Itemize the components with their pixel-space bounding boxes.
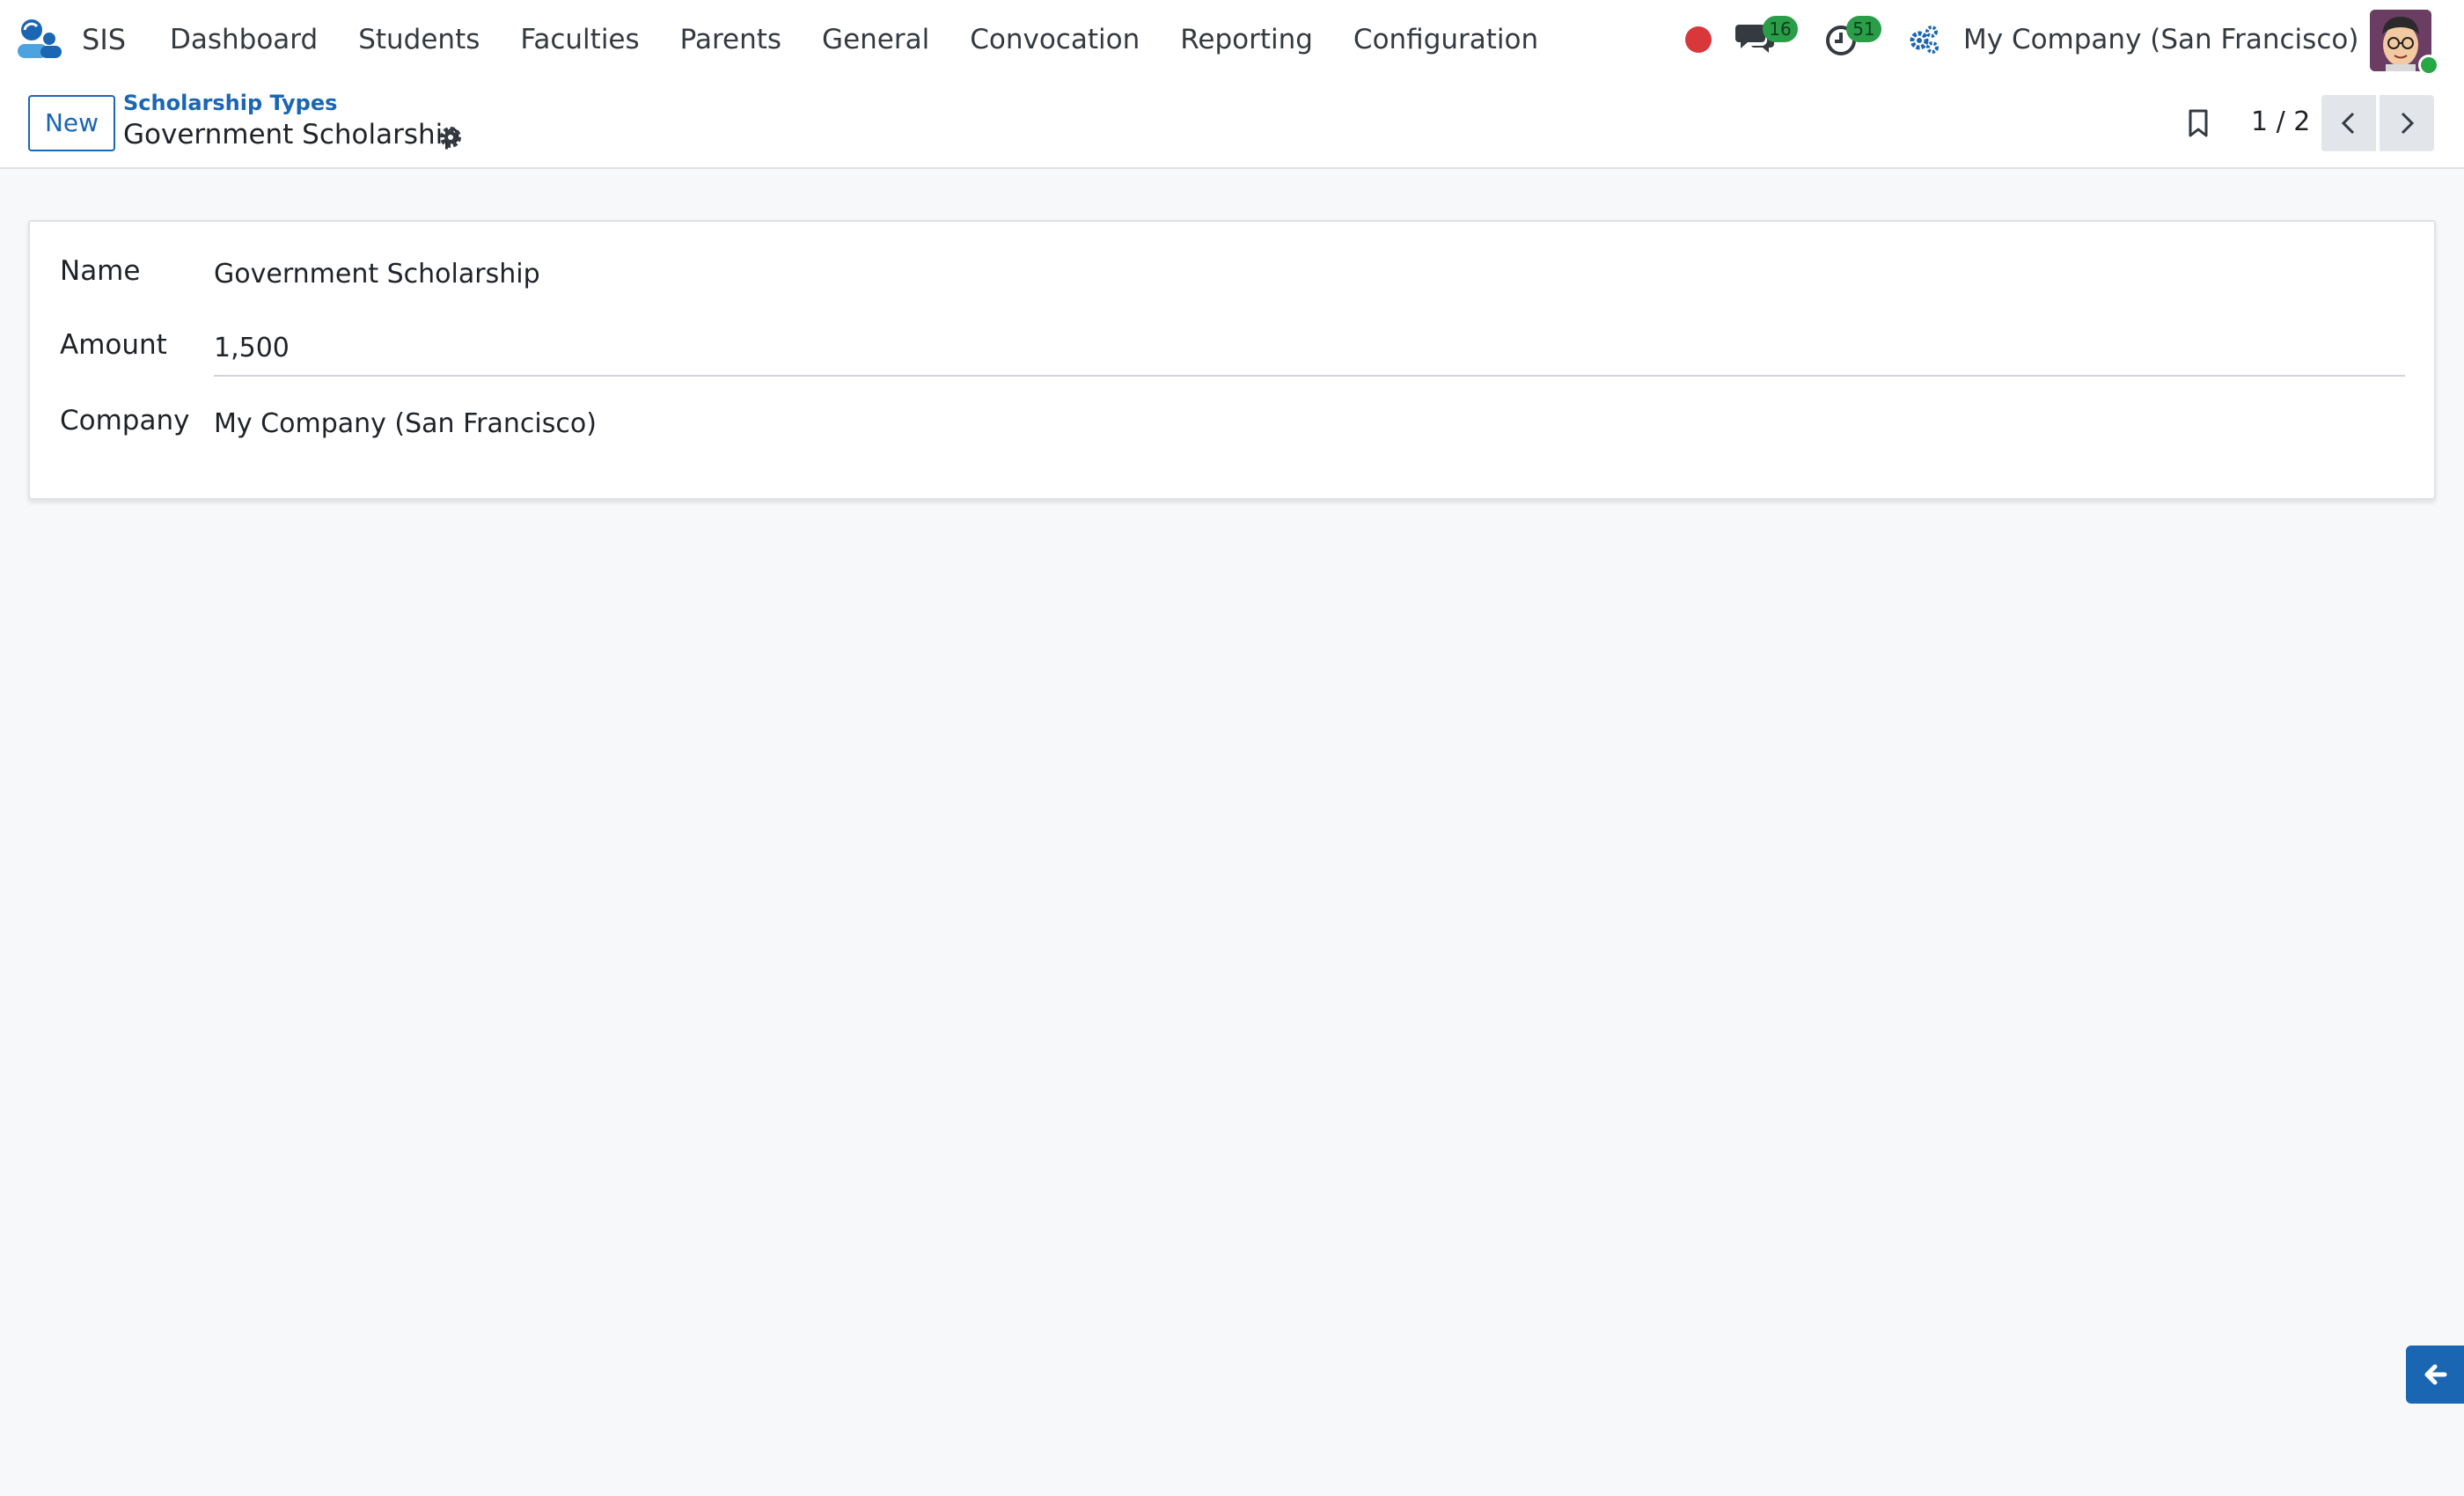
amount-field-underline [214, 375, 2405, 377]
chat-count-badge: 16 [1763, 16, 1798, 42]
name-label: Name [60, 255, 141, 287]
amount-field[interactable]: 1,500 [214, 333, 290, 363]
record-title: Government Scholarship [123, 119, 460, 150]
record-dot-icon[interactable] [1685, 26, 1712, 53]
app-logo-icon[interactable] [16, 18, 63, 62]
name-field[interactable]: Government Scholarship [214, 259, 540, 290]
chevron-right-icon [2401, 112, 2415, 135]
menu-item-reporting[interactable]: Reporting [1180, 18, 1313, 62]
menu-item-faculties[interactable]: Faculties [520, 18, 639, 62]
menu-item-convocation[interactable]: Convocation [970, 18, 1140, 62]
pager-previous-button[interactable] [2321, 95, 2376, 151]
bookmark-icon[interactable] [2185, 108, 2211, 138]
main-menu: Dashboard Students Faculties Parents Gen… [170, 18, 1579, 62]
pager-next-button[interactable] [2380, 95, 2434, 151]
company-field[interactable]: My Company (San Francisco) [214, 408, 597, 439]
new-button[interactable]: New [28, 95, 115, 151]
breadcrumb-scholarship-types[interactable]: Scholarship Types [123, 91, 337, 115]
company-switcher[interactable]: My Company (San Francisco) [1963, 18, 2358, 62]
chevron-left-icon [2341, 112, 2355, 135]
gear-icon[interactable] [437, 124, 464, 150]
presence-indicator [2418, 55, 2439, 76]
top-navbar: SIS Dashboard Students Faculties Parents… [0, 0, 2464, 78]
activity-count-badge: 51 [1846, 16, 1881, 42]
menu-item-general[interactable]: General [822, 18, 929, 62]
menu-item-dashboard[interactable]: Dashboard [170, 18, 318, 62]
menu-item-students[interactable]: Students [358, 18, 480, 62]
company-label: Company [60, 405, 190, 436]
menu-item-configuration[interactable]: Configuration [1353, 18, 1538, 62]
app-name[interactable]: SIS [82, 18, 126, 62]
control-panel: New Scholarship Types Government Scholar… [0, 78, 2464, 169]
amount-label: Amount [60, 329, 167, 361]
form-sheet: Name Government Scholarship Amount 1,500… [28, 220, 2436, 500]
arrow-left-icon [2424, 1364, 2447, 1385]
gears-icon[interactable] [1908, 23, 1940, 55]
pager-value[interactable]: 1 / 2 [2251, 105, 2310, 140]
chatter-toggle-button[interactable] [2406, 1346, 2464, 1404]
menu-item-parents[interactable]: Parents [680, 18, 781, 62]
